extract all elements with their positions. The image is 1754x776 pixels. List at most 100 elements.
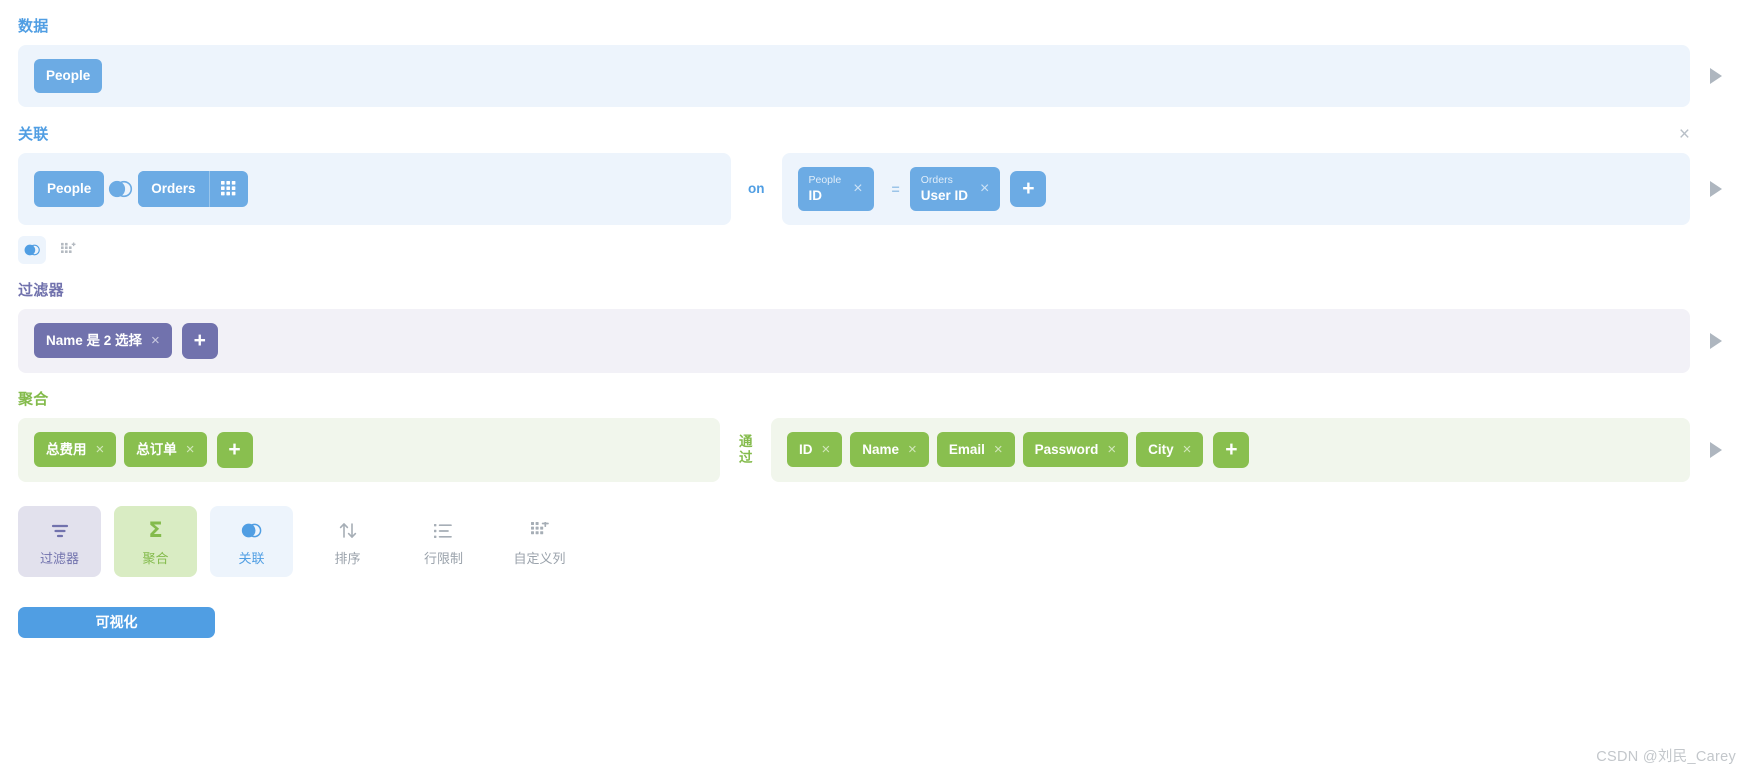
join-condition-left-remove-icon[interactable]: × xyxy=(853,180,862,198)
toolbar-item-join-label: 关联 xyxy=(238,550,265,566)
visualize-row: 可视化 xyxy=(0,577,1754,638)
join-tables-panel: People Orders xyxy=(18,153,731,225)
join-section-header: 关联 × xyxy=(18,125,1736,144)
data-section-body: People xyxy=(18,45,1736,107)
metric-chip-label: 总费用 xyxy=(46,441,87,457)
venn-join-icon[interactable] xyxy=(104,171,138,207)
breakout-chip-remove-icon[interactable]: × xyxy=(1183,442,1192,457)
filter-section: 过滤器 Name 是 2 选择 × + xyxy=(0,282,1754,373)
toolbar-item-summarize[interactable]: Σ 聚合 xyxy=(114,505,197,577)
breakout-chip-label: Name xyxy=(862,441,900,457)
join-condition-panel: People ID × = Orders User ID × + xyxy=(781,153,1690,225)
breakout-chip[interactable]: Password × xyxy=(1022,432,1129,468)
breakout-chip-label: ID xyxy=(799,441,813,457)
breakout-chip-label: Password xyxy=(1034,441,1099,457)
notebook-editor: 数据 People 关联 × People Orders on People I… xyxy=(0,0,1754,638)
summarize-section: 聚合 总费用 × 总订单 × + 通过 ID × Name × Email × … xyxy=(0,391,1754,482)
step-toolbar: 过滤器 Σ 聚合 关联 排序 行限制 自定义列 xyxy=(0,500,1754,577)
filter-section-body: Name 是 2 选择 × + xyxy=(18,308,1736,373)
join-section-expand-play-icon[interactable] xyxy=(1710,180,1722,197)
venn-join-icon xyxy=(210,519,293,543)
filter-section-header: 过滤器 xyxy=(18,282,1736,300)
data-source-table-chip[interactable]: People xyxy=(34,59,103,93)
join-condition-left-table: People xyxy=(808,174,842,186)
filter-chip-remove-icon[interactable]: × xyxy=(151,333,160,348)
breakout-chip-remove-icon[interactable]: × xyxy=(822,442,831,457)
data-section-title: 数据 xyxy=(18,18,49,35)
summarize-section-header: 聚合 xyxy=(18,391,1736,409)
join-section-close-icon[interactable]: × xyxy=(1679,125,1690,144)
metric-chip[interactable]: 总订单 × xyxy=(124,432,207,468)
toolbar-item-sort-label: 排序 xyxy=(334,550,361,566)
filter-icon xyxy=(18,519,101,543)
join-condition-left-chip[interactable]: People ID × xyxy=(797,167,874,211)
join-right-table-chip[interactable]: Orders xyxy=(138,171,209,207)
join-condition-left-field: ID xyxy=(808,188,823,204)
join-tables-group: People Orders xyxy=(34,171,248,207)
breakout-chip-label: City xyxy=(1148,441,1174,457)
add-filter-button[interactable]: + xyxy=(181,322,218,359)
toolbar-item-row-limit-label: 行限制 xyxy=(423,550,463,566)
breakout-chip[interactable]: Name × xyxy=(850,432,929,468)
sort-arrows-icon xyxy=(306,519,389,543)
join-right-table-label: Orders xyxy=(151,181,196,197)
filter-panel: Name 是 2 选择 × + xyxy=(18,308,1690,373)
toolbar-item-filter[interactable]: 过滤器 xyxy=(18,505,101,577)
summarize-section-title: 聚合 xyxy=(18,390,49,408)
breakout-chip-remove-icon[interactable]: × xyxy=(994,442,1003,457)
breakout-chip-remove-icon[interactable]: × xyxy=(1107,442,1116,457)
grid-columns-icon[interactable] xyxy=(208,171,248,207)
summarize-section-expand-play-icon[interactable] xyxy=(1710,441,1722,458)
metric-chip-label: 总订单 xyxy=(136,441,177,457)
join-section-body: People Orders on People ID × = Orders Us… xyxy=(18,153,1736,225)
join-section-title: 关联 xyxy=(18,125,49,143)
breakout-chip[interactable]: Email × xyxy=(936,432,1015,468)
summarize-breakout-panel: ID × Name × Email × Password × City × + xyxy=(771,417,1690,482)
metric-chip[interactable]: 总费用 × xyxy=(34,432,117,468)
data-section-expand-play-icon[interactable] xyxy=(1710,68,1722,84)
summarize-section-body: 总费用 × 总订单 × + 通过 ID × Name × Email × Pas… xyxy=(18,417,1736,482)
data-source-table-label: People xyxy=(46,68,91,84)
watermark: CSDN @刘民_Carey xyxy=(1596,749,1736,765)
breakout-chip-label: Email xyxy=(948,441,985,457)
join-section: 关联 × People Orders on People ID × = Orde… xyxy=(0,125,1754,264)
join-condition-right-field: User ID xyxy=(920,188,969,204)
join-condition-right-chip[interactable]: Orders User ID × xyxy=(909,167,1001,211)
toolbar-item-custom-column-label: 自定义列 xyxy=(513,550,566,566)
join-left-table-chip[interactable]: People xyxy=(34,171,105,207)
join-left-table-label: People xyxy=(47,181,92,197)
row-limit-list-icon xyxy=(402,519,485,543)
metric-chip-remove-icon[interactable]: × xyxy=(186,442,195,457)
data-section-header: 数据 xyxy=(18,18,1736,36)
add-metric-button[interactable]: + xyxy=(216,431,253,468)
toolbar-item-sort[interactable]: 排序 xyxy=(306,506,389,577)
join-type-icon[interactable] xyxy=(18,235,46,264)
custom-column-icon xyxy=(498,519,581,543)
join-sub-icon-row xyxy=(18,235,1736,264)
breakout-chip[interactable]: ID × xyxy=(787,432,843,468)
filter-section-expand-play-icon[interactable] xyxy=(1710,332,1722,349)
visualize-button[interactable]: 可视化 xyxy=(18,606,215,638)
join-on-label: on xyxy=(748,181,765,197)
toolbar-item-filter-label: 过滤器 xyxy=(39,550,79,566)
toolbar-item-summarize-label: 聚合 xyxy=(142,550,169,566)
breakout-chip-remove-icon[interactable]: × xyxy=(908,442,917,457)
data-section: 数据 People xyxy=(0,18,1754,107)
add-join-condition-button[interactable]: + xyxy=(1010,170,1047,207)
filter-chip[interactable]: Name 是 2 选择 × xyxy=(34,323,172,359)
data-panel: People xyxy=(18,45,1690,107)
toolbar-item-join[interactable]: 关联 xyxy=(210,505,293,577)
join-right-table-group: Orders xyxy=(138,171,248,207)
join-condition-operator: = xyxy=(891,180,900,197)
summarize-by-label: 通过 xyxy=(739,434,753,465)
breakout-chip[interactable]: City × xyxy=(1136,432,1204,468)
metric-chip-remove-icon[interactable]: × xyxy=(96,442,105,457)
toolbar-item-custom-column[interactable]: 自定义列 xyxy=(498,506,581,577)
toolbar-item-row-limit[interactable]: 行限制 xyxy=(402,506,485,577)
filter-section-title: 过滤器 xyxy=(18,281,64,299)
sigma-icon: Σ xyxy=(148,518,163,543)
add-breakout-button[interactable]: + xyxy=(1213,431,1250,468)
add-custom-column-icon[interactable] xyxy=(54,236,82,264)
join-condition-right-remove-icon[interactable]: × xyxy=(980,180,989,198)
join-condition-right-table: Orders xyxy=(920,174,953,186)
